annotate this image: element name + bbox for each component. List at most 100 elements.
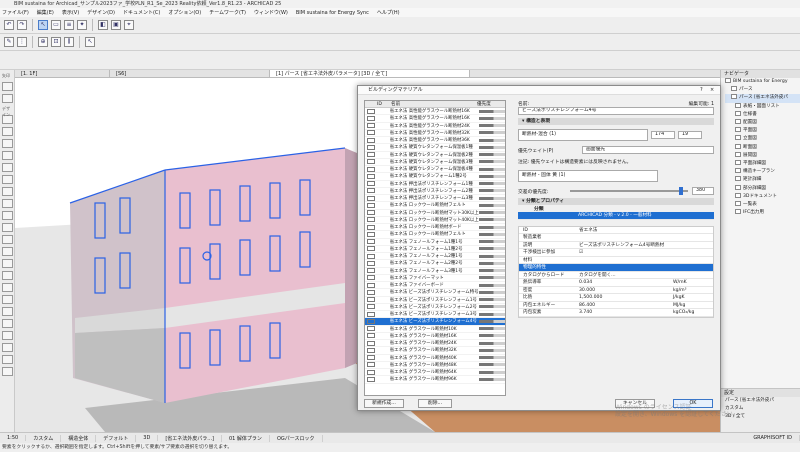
tab-section[interactable]: [S6] xyxy=(110,70,270,77)
property-row[interactable]: 材料 xyxy=(519,257,713,264)
material-row[interactable]: 省エネ法 ファイバーボード xyxy=(365,282,505,290)
material-row[interactable]: 省エネ法 硬質ウレタンフォーム保温板1種 xyxy=(365,144,505,152)
dimension-tool-icon[interactable] xyxy=(2,295,13,304)
marquee-icon[interactable]: ▭ xyxy=(51,20,61,30)
navigator-item[interactable]: パース xyxy=(725,86,800,94)
material-row[interactable]: 省エネ法 グラスウール断熱材16K xyxy=(365,333,505,340)
navigator-item[interactable]: 立面図 xyxy=(725,135,800,143)
material-row[interactable]: 省エネ法 押出法ポリスチレンフォーム2種 xyxy=(365,188,505,195)
mesh-tool-icon[interactable] xyxy=(2,283,13,292)
material-row[interactable]: 省エネ法 ロックウール断熱材フェルト xyxy=(365,231,505,239)
navigator-item[interactable]: 構造キープラン xyxy=(725,168,800,176)
navigator-item[interactable]: 部分詳細図 xyxy=(725,184,800,193)
curtain-wall-tool-icon[interactable] xyxy=(2,211,13,220)
material-row[interactable]: 省エネ法 グラスウール断熱材24K xyxy=(365,340,505,348)
door-tool-icon[interactable] xyxy=(2,223,13,232)
menu-item[interactable]: ドキュメント(C) xyxy=(123,9,160,16)
fit-icon[interactable]: ⊡ xyxy=(51,37,61,47)
material-row[interactable]: 省エネ法 ロックウール断熱材マット40K以上 xyxy=(365,217,505,224)
beam-tool-icon[interactable] xyxy=(2,139,13,148)
arc-tool-icon[interactable] xyxy=(2,355,13,364)
menu-item[interactable]: ファイル(F) xyxy=(2,9,29,16)
material-row[interactable]: 省エネ法 ビーズ法ポリスチレンフォーム2号 xyxy=(365,304,505,311)
spline-tool-icon[interactable] xyxy=(2,367,13,376)
material-row[interactable]: 省エネ法 押出法ポリスチレンフォーム3種 xyxy=(365,195,505,203)
material-row[interactable]: 省エネ法 押出法ポリスチレンフォーム1種 xyxy=(365,181,505,188)
material-name-input[interactable]: ビーズ法ポリスチレンフォーム4号 xyxy=(518,107,714,115)
skylight-tool-icon[interactable] xyxy=(2,247,13,256)
text-tool-icon[interactable] xyxy=(2,307,13,316)
col-id[interactable]: ID xyxy=(377,101,391,107)
cut-fill-select[interactable]: 断熱材 - 固体 黄 (1) xyxy=(518,170,658,182)
navigator-item[interactable]: 平面詳細図 xyxy=(725,160,800,168)
property-row[interactable]: 比熱 1,500.000 J/kgK xyxy=(519,294,713,302)
status-item[interactable]: デフォルト xyxy=(96,434,137,442)
section-classification[interactable]: ▾ 分類とプロパティ xyxy=(518,198,714,205)
material-row[interactable]: 省エネ法 フェノールフォーム3種1号 xyxy=(365,268,505,275)
close-button[interactable]: × xyxy=(710,86,720,94)
material-row[interactable]: 省エネ法 硬質ウレタンフォーム保温板2種 xyxy=(365,152,505,159)
col-priority[interactable]: 優先度 xyxy=(477,101,505,107)
navigator-item[interactable]: パース [省エネ法外皮パ xyxy=(725,94,800,103)
property-row[interactable]: 製造業者 xyxy=(519,234,713,242)
line-tool-icon[interactable] xyxy=(2,343,13,352)
material-row[interactable]: 省エネ法 フェノールフォーム1種2号 xyxy=(365,246,505,253)
material-row[interactable]: 省エネ法 高性能グラスウール断熱材36K xyxy=(365,137,505,145)
material-row[interactable]: 省エネ法 ビーズ法ポリスチレンフォーム特号 xyxy=(365,289,505,297)
section-structure[interactable]: ▾ 構造と表現 xyxy=(518,118,714,125)
material-row[interactable]: 省エネ法 フェノールフォーム2種2号 xyxy=(365,260,505,268)
status-item[interactable]: 構造全体 xyxy=(61,434,97,442)
property-row[interactable]: 内包炭素 3.740 kgCO₂/kg xyxy=(519,309,713,317)
layer-icon[interactable]: ≡ xyxy=(64,20,74,30)
priority-slider[interactable] xyxy=(570,187,688,195)
zone-tool-icon[interactable] xyxy=(2,271,13,280)
material-row[interactable]: 省エネ法 硬質ウレタンフォーム保温板3種 xyxy=(365,159,505,166)
material-row[interactable]: 省エネ法 グラスウール断熱材10K xyxy=(365,326,505,333)
property-row[interactable]: 説明 ビーズ法ポリスチレンフォーム4号断熱材 xyxy=(519,242,713,249)
marquee-tool-icon[interactable] xyxy=(2,94,13,103)
arrow-tool-icon[interactable]: ↖ xyxy=(38,20,48,30)
zoom-icon[interactable]: ⊕ xyxy=(38,37,48,47)
group-icon[interactable]: ▣ xyxy=(111,20,121,30)
status-item[interactable]: OGパースロック xyxy=(270,434,323,442)
help-button[interactable]: ? xyxy=(700,86,710,94)
property-row[interactable]: ID 省エネ法 xyxy=(519,227,713,234)
property-row[interactable]: 熱伝導率 0.034 W/mK xyxy=(519,279,713,287)
material-row[interactable]: 省エネ法 硬質ウレタンフォーム保温板4種 xyxy=(365,166,505,174)
status-item[interactable]: カスタム xyxy=(26,434,62,442)
material-row[interactable]: 省エネ法 グラスウール断熱材48K xyxy=(365,362,505,369)
material-row[interactable]: 省エネ法 グラスウール断熱材64K xyxy=(365,369,505,377)
pen2-input[interactable]: 19 xyxy=(678,131,702,139)
label-tool-icon[interactable] xyxy=(2,319,13,328)
material-row[interactable]: 省エネ法 ビーズ法ポリスチレンフォーム1号 xyxy=(365,297,505,304)
menu-item[interactable]: 表示(V) xyxy=(62,9,79,16)
navigator-item[interactable]: 配置図 xyxy=(725,119,800,127)
menu-item[interactable]: デザイン(D) xyxy=(87,9,115,16)
material-row[interactable]: 省エネ法 ロックウール断熱材マット30K以上 xyxy=(365,210,505,217)
material-row[interactable]: 省エネ法 ビーズ法ポリスチレンフォーム4号 xyxy=(365,318,505,326)
material-row[interactable]: 省エネ法 グラスウール断熱材96K xyxy=(365,376,505,384)
status-item[interactable]: 01 解体プラン xyxy=(222,434,270,442)
window-tool-icon[interactable] xyxy=(2,235,13,244)
fill-pattern-select[interactable]: 断熱材-混合 (1) xyxy=(518,129,648,141)
pen1-input[interactable]: 174 xyxy=(651,131,675,139)
menu-item[interactable]: オプション(O) xyxy=(168,9,201,16)
material-row[interactable]: 省エネ法 ファイバーマット xyxy=(365,275,505,282)
railing-tool-icon[interactable] xyxy=(2,199,13,208)
tab-floor-plan[interactable]: [1. 1F] xyxy=(15,70,110,77)
navigator-item[interactable]: 平面図 xyxy=(725,127,800,135)
priority-input[interactable]: 380 xyxy=(692,187,714,195)
pencil-icon[interactable]: ✎ xyxy=(4,37,14,47)
property-row[interactable]: 物理的特性 xyxy=(519,264,713,272)
navigator-item[interactable]: 矩計詳細 xyxy=(725,176,800,184)
slab-tool-icon[interactable] xyxy=(2,151,13,160)
navigator-item[interactable]: 一覧表 xyxy=(725,201,800,209)
material-row[interactable]: 省エネ法 フェノールフォーム1種1号 xyxy=(365,239,505,246)
stair-tool-icon[interactable] xyxy=(2,187,13,196)
fill-tool-icon[interactable] xyxy=(2,331,13,340)
menu-item[interactable]: 編集(E) xyxy=(37,9,54,16)
material-row[interactable]: 省エネ法 ロックウール断熱材フェルト xyxy=(365,202,505,210)
column-tool-icon[interactable] xyxy=(2,127,13,136)
navigator-item[interactable]: BIM sustaina for Energy xyxy=(725,78,800,86)
navigator-item[interactable]: 断面図 xyxy=(725,143,800,152)
